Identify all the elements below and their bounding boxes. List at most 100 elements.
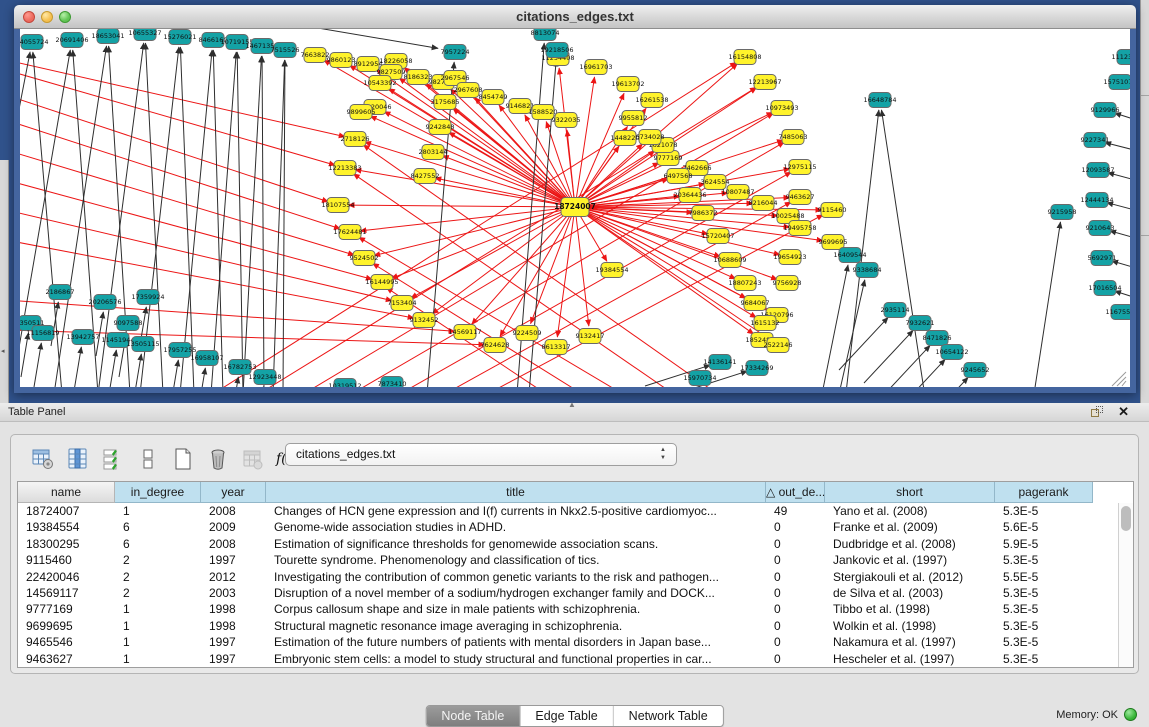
table-row[interactable]: 911546021997Tourette syndrome. Phenomeno…	[18, 552, 1133, 568]
graph-edge[interactable]	[1110, 231, 1130, 241]
column-header-pagerank[interactable]: pagerank	[995, 482, 1093, 503]
table-cell[interactable]: 1997	[201, 634, 266, 650]
table-cell[interactable]: 0	[766, 536, 825, 552]
table-cell[interactable]: 0	[766, 618, 825, 634]
table-cell[interactable]: 2012	[201, 569, 266, 585]
table-cell[interactable]: 5.3E-5	[995, 601, 1093, 617]
import-table-icon[interactable]	[241, 447, 265, 471]
table-cell[interactable]: Estimation of significance thresholds fo…	[266, 536, 766, 552]
float-panel-icon[interactable]	[1091, 406, 1105, 419]
table-cell[interactable]: 0	[766, 552, 825, 568]
graph-edge[interactable]	[348, 205, 575, 207]
table-cell[interactable]: 1998	[201, 601, 266, 617]
close-panel-icon[interactable]: ✕	[1118, 404, 1129, 420]
table-cell[interactable]: de Silva et al. (2003)	[825, 585, 995, 601]
table-cell[interactable]: Franke et al. (2009)	[825, 519, 995, 535]
graph-edge[interactable]	[864, 330, 913, 383]
graph-edge[interactable]	[20, 70, 335, 165]
graph-edge[interactable]	[559, 68, 575, 207]
graph-edge[interactable]	[575, 77, 595, 207]
table-cell[interactable]: 2008	[201, 503, 266, 519]
table-row[interactable]: 969969511998Structural magnetic resonanc…	[18, 618, 1133, 634]
tab-node-table[interactable]: Node Table	[426, 706, 520, 726]
clear-selection-icon[interactable]	[136, 447, 160, 471]
table-cell[interactable]: 2009	[201, 519, 266, 535]
graph-edge[interactable]	[198, 368, 205, 387]
graph-edge[interactable]	[1107, 203, 1130, 213]
graph-edge[interactable]	[140, 47, 179, 387]
table-cell[interactable]: 0	[766, 585, 825, 601]
graph-edge[interactable]	[1115, 291, 1130, 301]
table-cell[interactable]: 0	[766, 519, 825, 535]
graph-edge[interactable]	[262, 56, 264, 387]
collapsed-right-panel-edge[interactable]	[1140, 0, 1149, 403]
table-cell[interactable]: 2	[115, 585, 201, 601]
graph-edge[interactable]	[1108, 173, 1130, 183]
graph-edge[interactable]	[822, 265, 848, 387]
table-cell[interactable]: 18724007	[18, 503, 115, 519]
table-row[interactable]: 2242004622012Investigating the contribut…	[18, 569, 1133, 585]
table-cell[interactable]: 9465546	[18, 634, 115, 650]
table-cell[interactable]: Embryonic stem cells: a model to study s…	[266, 651, 766, 667]
table-cell[interactable]: 0	[766, 601, 825, 617]
column-header-short[interactable]: short	[825, 482, 995, 503]
table-row[interactable]: 946554611997Estimation of the future num…	[18, 634, 1133, 650]
vertical-scrollbar[interactable]	[1118, 503, 1133, 668]
table-cell[interactable]: 9115460	[18, 552, 115, 568]
table-cell[interactable]: Tourette syndrome. Phenomenology and cla…	[266, 552, 766, 568]
graph-edge[interactable]	[109, 350, 116, 387]
table-cell[interactable]: 5.9E-5	[995, 536, 1093, 552]
table-cell[interactable]: 5.3E-5	[995, 552, 1093, 568]
table-cell[interactable]: Yano et al. (2008)	[825, 503, 995, 519]
table-cell[interactable]: Genome-wide association studies in ADHD.	[266, 519, 766, 535]
graph-edge[interactable]	[1115, 113, 1130, 123]
table-cell[interactable]: 5.6E-5	[995, 519, 1093, 535]
table-cell[interactable]: 1	[115, 618, 201, 634]
graph-edge[interactable]	[370, 116, 575, 207]
table-cell[interactable]: Investigating the contribution of common…	[266, 569, 766, 585]
table-cell[interactable]: Dudbridge et al. (2008)	[825, 536, 995, 552]
table-cell[interactable]: Hescheler et al. (1997)	[825, 651, 995, 667]
memory-status-indicator[interactable]	[1124, 708, 1137, 721]
table-cell[interactable]: 5.3E-5	[995, 634, 1093, 650]
graph-edge[interactable]	[20, 120, 340, 229]
graph-edge[interactable]	[881, 110, 927, 387]
graph-edge[interactable]	[20, 150, 354, 255]
table-cell[interactable]: Tibbo et al. (1998)	[825, 601, 995, 617]
table-cell[interactable]: Nakamura et al. (1997)	[825, 634, 995, 650]
graph-edge[interactable]	[74, 347, 81, 387]
graph-edge[interactable]	[839, 280, 865, 387]
graph-edge[interactable]	[20, 180, 372, 279]
table-cell[interactable]: 0	[766, 634, 825, 650]
graph-edge[interactable]	[500, 207, 575, 336]
table-cell[interactable]: 9699695	[18, 618, 115, 634]
table-cell[interactable]: 9777169	[18, 601, 115, 617]
table-row[interactable]: 1938455462009Genome-wide association stu…	[18, 519, 1133, 535]
graph-edge[interactable]	[427, 62, 454, 387]
table-row[interactable]: 946362711997Embryonic stem cells: a mode…	[18, 651, 1133, 667]
graph-edge[interactable]	[432, 207, 575, 314]
table-cell[interactable]: 5.3E-5	[995, 651, 1093, 667]
column-header-out_de[interactable]: △ out_de...	[766, 482, 825, 503]
graph-edge[interactable]	[442, 156, 575, 207]
table-cell[interactable]: 5.3E-5	[995, 503, 1093, 519]
table-selector-dropdown[interactable]: citations_edges.txt ▲▼	[285, 443, 677, 466]
table-row[interactable]: 1830029562008Estimation of significance …	[18, 536, 1133, 552]
graph-edge[interactable]	[1105, 142, 1130, 153]
table-cell[interactable]: 2	[115, 569, 201, 585]
table-cell[interactable]: Estimation of the future numbers of pati…	[266, 634, 766, 650]
table-cell[interactable]: 1997	[201, 552, 266, 568]
table-settings-icon[interactable]	[31, 447, 55, 471]
column-header-name[interactable]: name	[18, 482, 115, 503]
graph-edge[interactable]	[531, 207, 575, 324]
table-cell[interactable]: 2008	[201, 536, 266, 552]
graph-edge[interactable]	[34, 343, 41, 387]
splitter-handle-icon[interactable]: ▲	[568, 400, 576, 409]
table-cell[interactable]: Stergiakouli et al. (2012)	[825, 569, 995, 585]
graph-edge[interactable]	[896, 359, 945, 387]
graph-edge[interactable]	[411, 207, 575, 298]
table-cell[interactable]: 1	[115, 651, 201, 667]
table-cell[interactable]: Disruption of a novel member of a sodium…	[266, 585, 766, 601]
new-column-icon[interactable]	[171, 447, 195, 471]
table-cell[interactable]: Structural magnetic resonance image aver…	[266, 618, 766, 634]
